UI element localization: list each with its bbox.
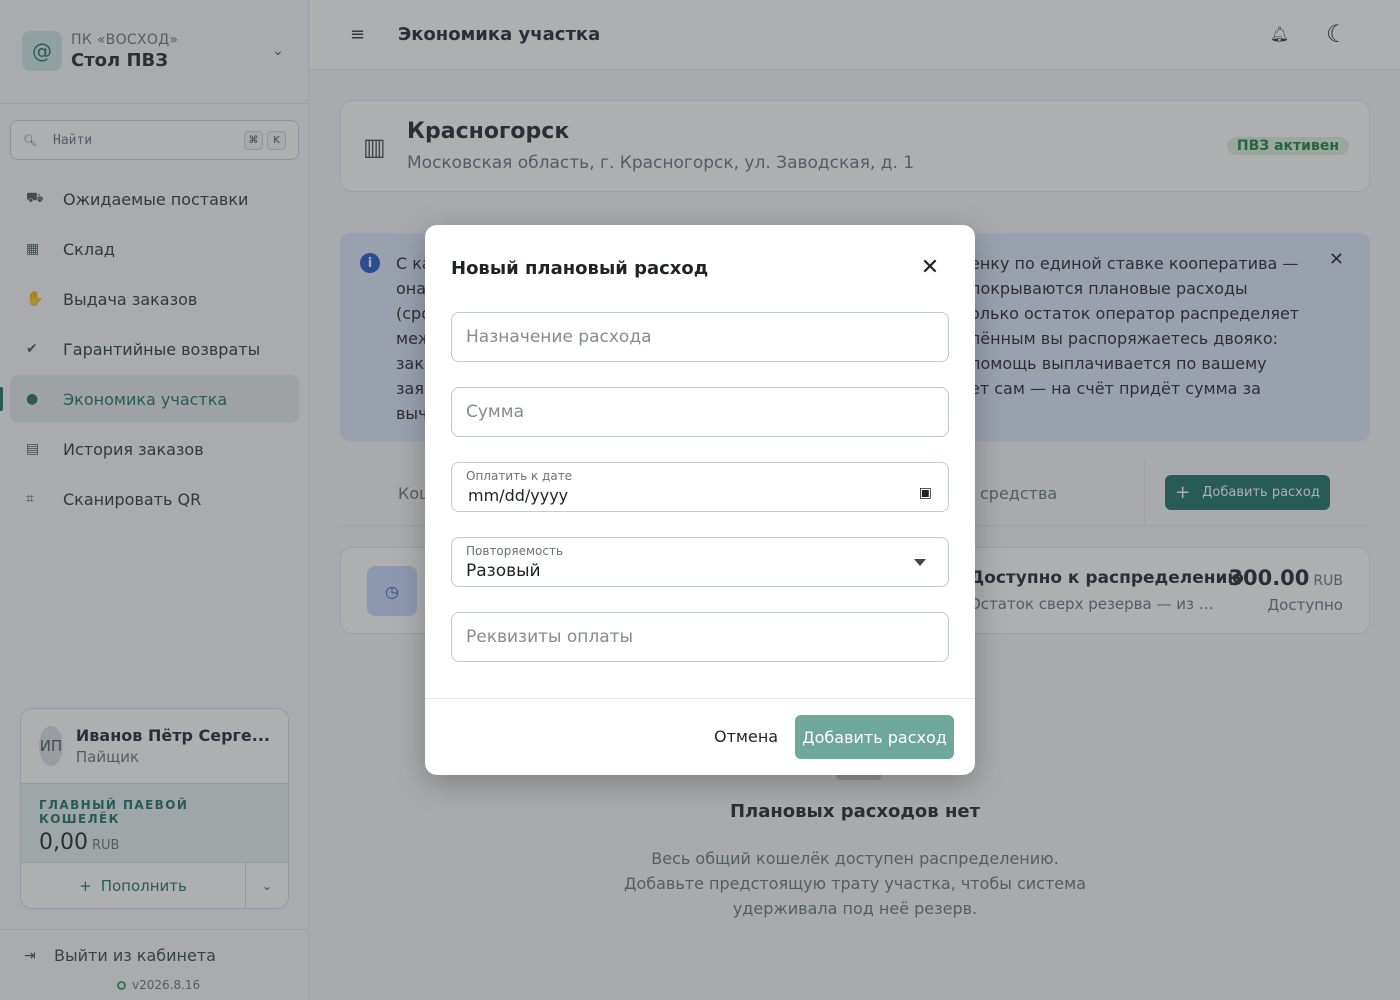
due-date-label: Оплатить к дате xyxy=(466,469,573,483)
recurrence-label: Повторяемость xyxy=(466,544,564,558)
cancel-button[interactable]: Отмена xyxy=(714,727,778,746)
close-icon[interactable]: ✕ xyxy=(918,255,942,280)
recurrence-select[interactable]: Повторяемость Разовый xyxy=(451,537,949,587)
due-date-input[interactable]: Оплатить к дате mm/dd/yyyy ▣ xyxy=(451,462,949,512)
amount-placeholder: Сумма xyxy=(466,402,524,422)
requisites-input[interactable]: Реквизиты оплаты xyxy=(451,612,949,662)
dialog-footer: Отмена Добавить расход xyxy=(425,698,975,775)
amount-input[interactable]: Сумма xyxy=(451,387,949,437)
recurrence-value: Разовый xyxy=(466,561,541,581)
calendar-icon[interactable]: ▣ xyxy=(919,485,932,501)
purpose-input[interactable]: Назначение расхода xyxy=(451,312,949,362)
purpose-placeholder: Назначение расхода xyxy=(466,327,652,347)
dialog-title: Новый плановый расход xyxy=(451,258,709,279)
new-expense-dialog: Новый плановый расход ✕ Назначение расхо… xyxy=(425,225,975,775)
caret-down-icon xyxy=(914,559,926,566)
submit-expense-button[interactable]: Добавить расход xyxy=(795,715,954,759)
due-date-value: mm/dd/yyyy xyxy=(468,486,569,505)
requisites-placeholder: Реквизиты оплаты xyxy=(466,627,633,647)
